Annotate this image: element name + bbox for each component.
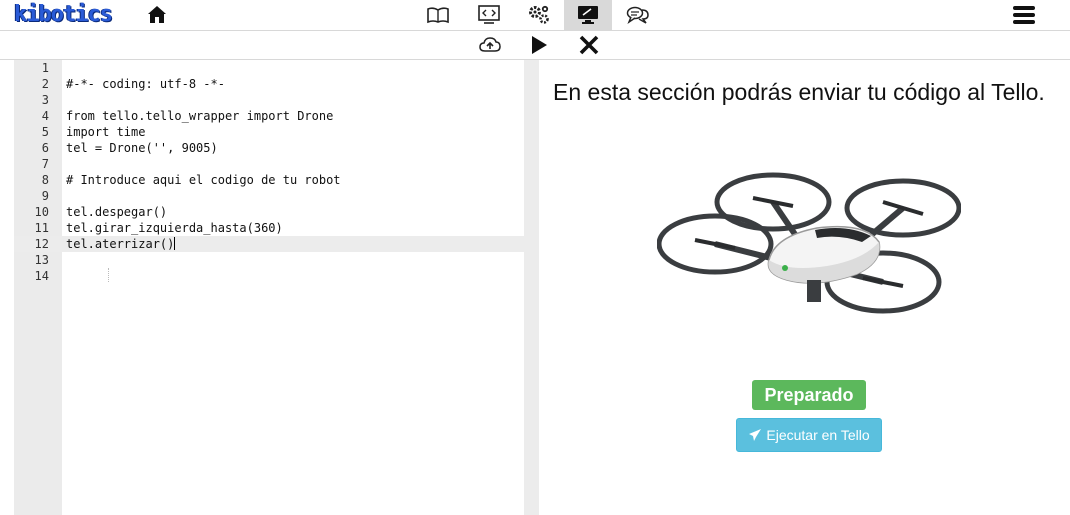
text-cursor — [174, 237, 176, 250]
paper-plane-icon — [749, 429, 762, 441]
code-text[interactable]: tel.despegar() — [66, 204, 167, 220]
nav-code-button[interactable] — [465, 0, 513, 30]
line-number: 4 — [41, 109, 49, 123]
code-editor[interactable]: 1 2 #-*- coding: utf-8 -*- 3 4 from tello.tel… — [14, 60, 524, 515]
line-number: 14 — [34, 269, 49, 283]
nav-book-button[interactable] — [414, 0, 462, 30]
chat-icon — [626, 6, 649, 24]
kibotics-logo[interactable]: kibotics — [14, 3, 113, 27]
upload-button[interactable] — [478, 34, 502, 56]
code-line[interactable]: 1 — [14, 60, 524, 76]
top-navbar: kibotics — [0, 0, 1070, 31]
status-badge: Preparado — [752, 380, 866, 410]
main-menu-button[interactable] — [1012, 4, 1036, 26]
nav-monitor-button[interactable] — [564, 0, 612, 30]
home-icon — [148, 6, 166, 23]
line-number: 10 — [34, 205, 49, 219]
code-line[interactable]: 12 tel.aterrizar() — [14, 236, 524, 252]
indent-guide — [108, 268, 109, 282]
code-line[interactable]: 9 — [14, 188, 524, 204]
stop-button[interactable] — [577, 34, 601, 56]
editor-toolbar — [0, 31, 1070, 60]
code-line[interactable]: 14 — [14, 268, 524, 284]
code-line[interactable]: 10 tel.despegar() — [14, 204, 524, 220]
code-line[interactable]: 4 from tello.tello_wrapper import Drone — [14, 108, 524, 124]
monitor-icon — [578, 6, 598, 24]
book-icon — [427, 7, 449, 24]
gears-icon — [529, 5, 549, 24]
code-line[interactable]: 8 # Introduce aqui el codigo de tu robot — [14, 172, 524, 188]
panel-heading: En esta sección podrás enviar tu código … — [553, 79, 1045, 105]
home-button[interactable] — [146, 4, 168, 26]
line-number: 13 — [34, 253, 49, 267]
code-line[interactable]: 6 tel = Drone('', 9005) — [14, 140, 524, 156]
line-number: 6 — [41, 141, 49, 155]
line-number: 11 — [34, 221, 49, 235]
panel-splitter[interactable] — [524, 60, 539, 515]
line-number: 2 — [41, 77, 49, 91]
code-text[interactable]: tel.girar_izquierda_hasta(360) — [66, 220, 283, 236]
nav-chat-button[interactable] — [614, 0, 662, 30]
close-icon — [579, 35, 599, 55]
play-button[interactable] — [527, 34, 551, 56]
code-line[interactable]: 7 — [14, 156, 524, 172]
code-text[interactable]: # Introduce aqui el codigo de tu robot — [66, 172, 341, 188]
code-text[interactable]: tel.aterrizar() — [66, 236, 176, 252]
line-number: 12 — [34, 237, 49, 251]
line-number: 5 — [41, 125, 49, 139]
line-number: 9 — [41, 189, 49, 203]
tello-drone-image — [657, 172, 961, 314]
code-line[interactable]: 3 — [14, 92, 524, 108]
code-line[interactable]: 2 #-*- coding: utf-8 -*- — [14, 76, 524, 92]
cloud-upload-icon — [479, 37, 501, 52]
code-text[interactable]: from tello.tello_wrapper import Drone — [66, 108, 333, 124]
line-number: 7 — [41, 157, 49, 171]
tello-panel: En esta sección podrás enviar tu código … — [539, 60, 1070, 515]
code-line[interactable]: 13 — [14, 252, 524, 268]
line-number: 1 — [41, 61, 49, 75]
code-text[interactable]: import time — [66, 124, 145, 140]
line-number: 8 — [41, 173, 49, 187]
nav-gears-button[interactable] — [515, 0, 563, 30]
code-icon — [478, 5, 500, 24]
code-line[interactable]: 5 import time — [14, 124, 524, 140]
play-icon — [532, 36, 547, 54]
code-text[interactable]: #-*- coding: utf-8 -*- — [66, 76, 225, 92]
run-on-tello-button[interactable]: Ejecutar en Tello — [736, 418, 882, 452]
line-number: 3 — [41, 93, 49, 107]
run-button-label: Ejecutar en Tello — [766, 427, 870, 443]
code-line[interactable]: 11 tel.girar_izquierda_hasta(360) — [14, 220, 524, 236]
code-text[interactable]: tel = Drone('', 9005) — [66, 140, 218, 156]
hamburger-menu-icon — [1013, 6, 1035, 24]
